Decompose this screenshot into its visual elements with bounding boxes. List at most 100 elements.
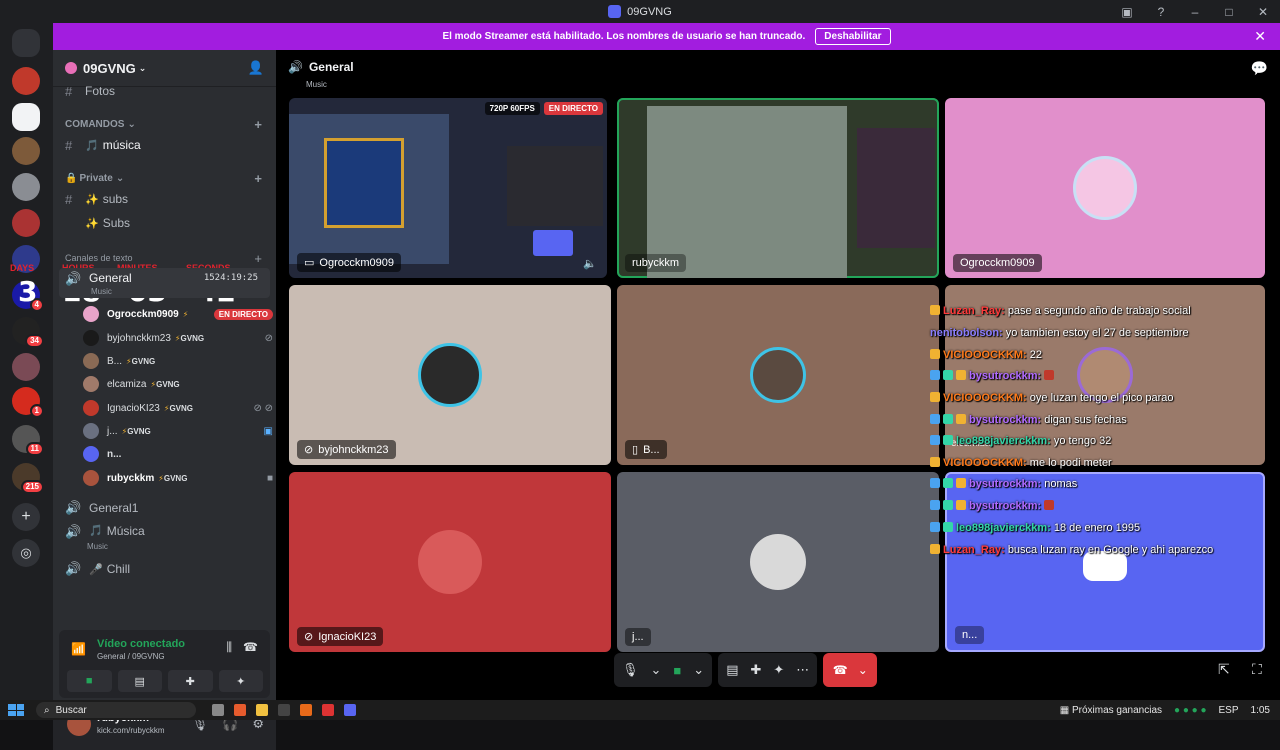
channel-musica[interactable]: # 🎵 música: [53, 137, 276, 153]
voice-user[interactable]: n...: [83, 444, 273, 464]
server-icon[interactable]: [12, 209, 40, 237]
channel-subs[interactable]: # ✨ subs: [53, 191, 276, 207]
minimize-button[interactable]: –: [1178, 5, 1212, 19]
channel-status: Music: [306, 80, 327, 89]
channel-name: Chill: [106, 562, 131, 576]
taskbar-search[interactable]: ⌕ Buscar: [36, 702, 196, 718]
channel-fotos[interactable]: # Fotos: [53, 84, 276, 99]
server-icon[interactable]: [12, 353, 40, 381]
maximize-button[interactable]: □: [1212, 5, 1246, 19]
server-tag-text: GVNG: [180, 333, 205, 343]
server-icon[interactable]: [12, 137, 40, 165]
server-icon[interactable]: 34: [12, 317, 44, 348]
video-tile[interactable]: j...: [617, 472, 939, 652]
voice-channel-general1[interactable]: 🔊 General1: [53, 500, 276, 516]
server-icon[interactable]: [12, 67, 40, 95]
voice-status[interactable]: Vídeo conectado: [97, 638, 185, 650]
server-icon[interactable]: 215: [12, 463, 44, 494]
category-text-channels[interactable]: Canales de texto +: [53, 251, 276, 266]
explore-icon[interactable]: ◎: [12, 539, 40, 567]
screen-share-icon[interactable]: ▤: [726, 662, 738, 678]
camera-button[interactable]: ■: [67, 670, 112, 692]
close-icon[interactable]: ✕: [1254, 28, 1266, 45]
soundboard-icon[interactable]: ✦: [773, 662, 784, 678]
video-tile[interactable]: Ogrocckm0909: [945, 98, 1265, 278]
voice-user[interactable]: B... ⚡GVNG: [83, 351, 273, 371]
voice-user[interactable]: Ogrocckm0909 ⚡ EN DIRECTO: [83, 304, 273, 324]
video-tile[interactable]: 720P 60FPS EN DIRECTO ▭ Ogrocckm0909 🔈: [289, 98, 607, 278]
voice-user[interactable]: elcamiza ⚡GVNG: [83, 374, 273, 394]
avatar: [83, 353, 99, 369]
chevron-down-icon[interactable]: ⌄: [651, 662, 662, 678]
disconnect-button[interactable]: ☎ ⌄: [823, 653, 878, 687]
video-tile[interactable]: ⊘ IgnacioKI23: [289, 472, 611, 652]
camera-icon[interactable]: ■: [673, 663, 681, 678]
weather-widget[interactable]: ▦ Próximas ganancias: [1060, 705, 1162, 716]
inbox-icon[interactable]: ▣: [1110, 5, 1144, 19]
app-icon[interactable]: [278, 704, 290, 716]
crown-icon: [930, 392, 940, 402]
chevron-down-icon[interactable]: ⌄: [858, 663, 868, 677]
voice-user[interactable]: j... ⚡GVNG ▣: [83, 421, 273, 441]
chat-message: Luzan_Ray: pase a segundo año de trabajo…: [930, 305, 1191, 317]
help-icon[interactable]: ?: [1144, 5, 1178, 19]
language-indicator[interactable]: ESP: [1219, 705, 1239, 716]
voice-channel-musica[interactable]: 🔊 🎵 Música Music: [53, 524, 276, 554]
add-channel-icon[interactable]: +: [254, 251, 262, 266]
folder-icon[interactable]: [256, 704, 268, 716]
activities-button[interactable]: ✚: [168, 670, 213, 692]
voice-user[interactable]: rubyckkm ⚡GVNG ■: [83, 468, 273, 488]
server-icon[interactable]: 1: [12, 387, 44, 418]
server-header[interactable]: 09GVNG ⌄ 👤: [53, 50, 276, 87]
clock[interactable]: 1:05: [1251, 705, 1270, 716]
task-view-icon[interactable]: [212, 704, 224, 716]
voice-user[interactable]: byjohnckkm23 ⚡GVNG ⊘: [83, 328, 273, 348]
brave-icon[interactable]: [234, 704, 246, 716]
tray-icons[interactable]: ● ● ● ●: [1174, 705, 1207, 716]
avatar: [83, 400, 99, 416]
category-private[interactable]: 🔒 Private ⌄ +: [53, 171, 276, 186]
voice-channel-general[interactable]: 🔊 General 1524:19:25 Music: [59, 268, 270, 298]
disconnect-icon[interactable]: ☎: [243, 640, 258, 654]
avatar: [750, 534, 806, 590]
server-icon[interactable]: [12, 173, 40, 201]
popout-icon[interactable]: ⇱: [1218, 661, 1230, 678]
server-tag: ⚡GVNG: [126, 357, 155, 366]
voice-user[interactable]: IgnacioKI23 ⚡GVNG ⊘ ⊘: [83, 398, 273, 418]
volume-icon[interactable]: 🔈: [583, 257, 597, 270]
video-tile[interactable]: ⊘ byjohnckkm23: [289, 285, 611, 465]
more-icon[interactable]: ⋯: [796, 662, 809, 678]
voice-call-area: 🔊 General Music 💬 720P 60FPS EN DIRECTO …: [276, 50, 1280, 700]
video-tile[interactable]: ▯ B...: [617, 285, 939, 465]
soundboard-button[interactable]: ✦: [218, 670, 263, 692]
add-channel-icon[interactable]: +: [254, 117, 262, 132]
windows-start-icon[interactable]: [8, 704, 24, 716]
chat-icon[interactable]: 💬: [1251, 60, 1268, 77]
app-icon[interactable]: [322, 704, 334, 716]
server-icon[interactable]: 11: [12, 425, 44, 456]
close-window-button[interactable]: ✕: [1246, 5, 1280, 19]
screen-share-button[interactable]: ▤: [117, 670, 162, 692]
chat-text: me lo podi meter: [1029, 457, 1112, 469]
noise-suppression-icon[interactable]: ⫼: [226, 640, 232, 655]
video-tile[interactable]: n...: [945, 472, 1265, 652]
category-comandos[interactable]: COMANDOS ⌄ +: [53, 117, 276, 132]
add-server-icon[interactable]: +: [12, 503, 40, 531]
discord-icon[interactable]: [344, 704, 356, 716]
server-tag-text: GVNG: [169, 403, 194, 413]
server-icon[interactable]: [12, 103, 40, 131]
microphone-icon[interactable]: 🎙: [622, 662, 639, 678]
channel-subs-2[interactable]: ✨ Subs: [53, 216, 276, 230]
video-tile[interactable]: rubyckkm: [617, 98, 939, 278]
add-channel-icon[interactable]: +: [254, 171, 262, 186]
chevron-down-icon[interactable]: ⌄: [693, 662, 704, 678]
fullscreen-icon[interactable]: ⛶: [1252, 661, 1262, 678]
voice-channel-chill[interactable]: 🔊 🎤 Chill: [53, 561, 276, 577]
invite-icon[interactable]: 👤: [248, 60, 264, 76]
server-rail: 4 34 1 11 215 + ◎: [0, 23, 53, 700]
sparkle-icon: ✨: [85, 193, 99, 206]
activities-icon[interactable]: ✚: [750, 662, 761, 678]
direct-messages-icon[interactable]: [12, 29, 40, 57]
disable-streamer-button[interactable]: Deshabilitar: [815, 28, 891, 45]
app-icon[interactable]: [300, 704, 312, 716]
